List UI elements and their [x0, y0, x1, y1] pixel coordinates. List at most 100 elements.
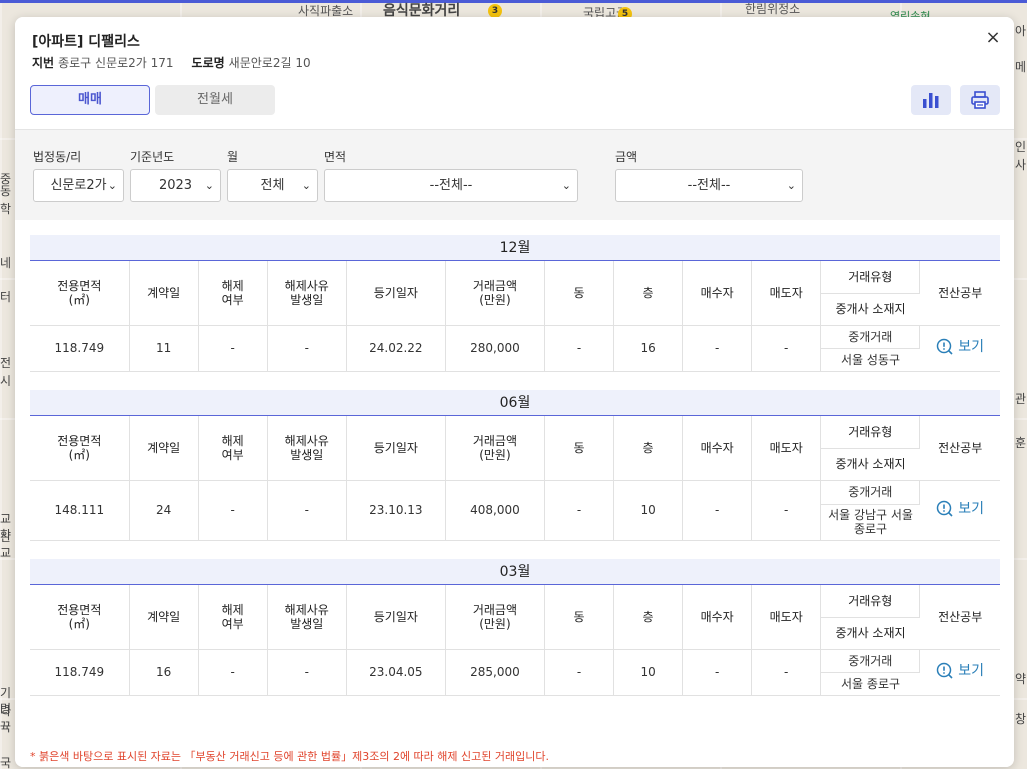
- column-header: 중개사 소재지: [820, 448, 920, 481]
- jibun-label: 지번: [32, 56, 55, 70]
- month-select[interactable]: 전체 ⌄: [227, 169, 318, 202]
- table-cell: 10: [613, 649, 684, 696]
- month-header: 12월: [30, 235, 1000, 261]
- year-label: 기준년도: [130, 150, 175, 164]
- chevron-down-icon: ⌄: [204, 179, 214, 192]
- table-cell: 23.04.05: [346, 649, 446, 696]
- table-row: 118.749 16- -23.04.05 285,000-10- - 중개거래 보기: [30, 649, 1000, 696]
- column-header: 등기일자: [346, 261, 446, 326]
- column-header: 계약일: [129, 416, 199, 481]
- month-label: 월: [227, 150, 239, 164]
- view-button[interactable]: 보기: [936, 338, 984, 356]
- chevron-down-icon: ⌄: [107, 179, 117, 192]
- table-cell: 중개거래: [820, 649, 921, 673]
- table-cell: 24: [129, 480, 199, 541]
- table-cell: 23.10.13: [346, 480, 446, 541]
- map-badge: 3: [488, 4, 502, 18]
- table-cell: 서울 성동구: [820, 348, 920, 372]
- table-row: 148.111 24- -23.10.13 408,000-10- - 중개거래 보기: [30, 480, 1000, 541]
- table-cell: -: [267, 480, 347, 541]
- table-cell: 24.02.22: [346, 325, 446, 372]
- table-cell: 285,000: [445, 649, 545, 696]
- column-header: 전산공부: [919, 261, 1000, 326]
- column-header: 거래유형: [820, 416, 921, 449]
- chevron-down-icon: ⌄: [561, 179, 571, 192]
- column-header: 해제 여부: [198, 585, 268, 650]
- column-header: 전산공부: [919, 416, 1000, 481]
- transaction-modal: [아파트] 디팰리스 지번 종로구 신문로2가 171 도로명 새문안로2길 10 ×…: [15, 17, 1014, 767]
- table-row: 118.749 11- -24.02.22 280,000-16- - 중개거래 보기: [30, 325, 1000, 372]
- column-header: 층: [613, 416, 684, 481]
- info-circle-icon: [937, 500, 953, 517]
- close-icon[interactable]: ×: [984, 29, 1002, 47]
- table-cell: -: [198, 325, 268, 372]
- table-cell: -: [544, 325, 615, 372]
- table-cell: -: [198, 480, 268, 541]
- table-cell: 408,000: [445, 480, 545, 541]
- view-button[interactable]: 보기: [936, 500, 984, 518]
- column-header: 중개사 소재지: [820, 617, 920, 650]
- column-header: 전용면적 (㎡): [30, 261, 130, 326]
- modal-header: [아파트] 디팰리스 지번 종로구 신문로2가 171 도로명 새문안로2길 10 ×…: [15, 17, 1014, 130]
- column-header: 등기일자: [346, 585, 446, 650]
- column-header: 거래금액 (만원): [445, 261, 545, 326]
- map-top-bar: [0, 0, 1027, 3]
- table-cell: -: [751, 480, 822, 541]
- filter-bar: 법정동/리 기준년도 월 면적 금액 신문로2가 ⌄ 2023 ⌄ 전체 ⌄ --전체…: [15, 130, 1014, 220]
- column-header: 계약일: [129, 261, 199, 326]
- year-select[interactable]: 2023 ⌄: [130, 169, 221, 202]
- column-header: 층: [613, 261, 684, 326]
- dong-select[interactable]: 신문로2가 ⌄: [33, 169, 124, 202]
- registry-cell: 보기: [919, 480, 1000, 541]
- table-cell: -: [198, 649, 268, 696]
- price-select[interactable]: --전체-- ⌄: [615, 169, 803, 202]
- column-header: 중개사 소재지: [820, 293, 920, 326]
- table-cell: 280,000: [445, 325, 545, 372]
- jibun-value: 종로구 신문로2가 171: [58, 56, 174, 70]
- table-cell: 118.749: [30, 325, 130, 372]
- table-cell: 148.111: [30, 480, 130, 541]
- column-header: 층: [613, 585, 684, 650]
- column-header: 거래금액 (만원): [445, 585, 545, 650]
- view-button[interactable]: 보기: [936, 662, 984, 680]
- info-circle-icon: [937, 662, 953, 679]
- column-header: 해제사유 발생일: [267, 261, 347, 326]
- table-cell: -: [682, 325, 753, 372]
- registry-cell: 보기: [919, 649, 1000, 696]
- cancel-notice: * 붉은색 바탕으로 표시된 자료는 「부동산 거래신고 등에 관한 법률」제3…: [30, 750, 549, 763]
- column-header: 전용면적 (㎡): [30, 416, 130, 481]
- info-circle-icon: [937, 338, 953, 355]
- column-header: 거래유형: [820, 261, 921, 294]
- column-header: 해제 여부: [198, 261, 268, 326]
- column-header: 계약일: [129, 585, 199, 650]
- transaction-table: 전용면적 (㎡) 계약일 해제 여부 해제사유 발생일 등기일자 거래금액 (만원) 동 층 매…: [30, 585, 1000, 696]
- month-header: 06월: [30, 390, 1000, 416]
- table-cell: 11: [129, 325, 199, 372]
- chart-button[interactable]: [911, 85, 951, 115]
- table-cell: -: [544, 649, 615, 696]
- column-header: 동: [544, 261, 615, 326]
- area-select[interactable]: --전체-- ⌄: [324, 169, 578, 202]
- table-cell: -: [682, 480, 753, 541]
- table-cell: -: [267, 649, 347, 696]
- table-cell: 16: [129, 649, 199, 696]
- column-header: 동: [544, 416, 615, 481]
- table-cell: -: [267, 325, 347, 372]
- chevron-down-icon: ⌄: [301, 179, 311, 192]
- column-header: 전산공부: [919, 585, 1000, 650]
- registry-cell: 보기: [919, 325, 1000, 372]
- print-button[interactable]: [960, 85, 1000, 115]
- transaction-table-panel: 12월 전용면적 (㎡) 계약일 해제 여부 해제사유 발생일 등기일자 거래금액 (만원)…: [15, 220, 1014, 767]
- table-cell: 16: [613, 325, 684, 372]
- table-cell: 서울 강남구 서울 종로구: [820, 504, 920, 541]
- column-header: 매도자: [751, 416, 822, 481]
- column-header: 거래유형: [820, 585, 921, 618]
- table-cell: -: [544, 480, 615, 541]
- transaction-table: 전용면적 (㎡) 계약일 해제 여부 해제사유 발생일 등기일자 거래금액 (만원) 동 층 매…: [30, 416, 1000, 541]
- column-header: 해제사유 발생일: [267, 585, 347, 650]
- tab-sale[interactable]: 매매: [30, 85, 150, 115]
- price-label: 금액: [615, 150, 638, 164]
- column-header: 매수자: [682, 261, 753, 326]
- address-line: 지번 종로구 신문로2가 171 도로명 새문안로2길 10: [32, 54, 311, 71]
- tab-rent[interactable]: 전월세: [155, 85, 275, 115]
